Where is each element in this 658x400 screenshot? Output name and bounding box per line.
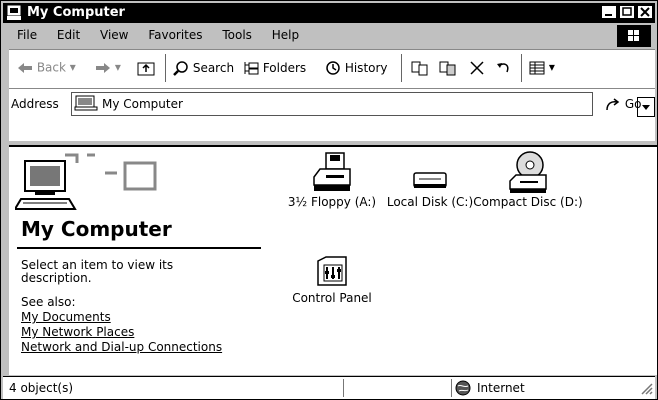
undo-button[interactable] bbox=[495, 60, 511, 76]
menu-tools[interactable]: Tools bbox=[214, 25, 260, 42]
cd-drive-icon bbox=[509, 151, 547, 193]
info-pane: My Computer Select an item to view its d… bbox=[9, 147, 261, 375]
computer-icon bbox=[74, 95, 98, 114]
pane-title: My Computer bbox=[21, 217, 172, 241]
views-dropdown-icon[interactable]: ▾ bbox=[549, 60, 555, 74]
back-arrow-icon bbox=[18, 62, 32, 73]
toolbar-separator bbox=[165, 54, 166, 82]
forward-arrow-icon bbox=[96, 62, 110, 73]
menu-favorites[interactable]: Favorites bbox=[140, 25, 210, 42]
delete-icon bbox=[470, 61, 484, 75]
status-divider bbox=[451, 379, 452, 397]
globe-icon bbox=[455, 380, 471, 399]
status-bar: 4 object(s) Internet bbox=[3, 376, 655, 399]
window-title: My Computer bbox=[27, 5, 125, 20]
address-input[interactable]: My Computer bbox=[71, 92, 655, 117]
explorer-window: My Computer File Edit View Favorites Too… bbox=[0, 0, 658, 400]
up-folder-button[interactable] bbox=[137, 60, 155, 76]
status-divider bbox=[343, 379, 344, 397]
history-label: History bbox=[344, 61, 388, 75]
link-network-dialup[interactable]: Network and Dial-up Connections bbox=[21, 340, 222, 354]
move-to-button[interactable] bbox=[411, 60, 429, 76]
back-button[interactable]: Back ▾ bbox=[17, 60, 76, 75]
drive-local-disk[interactable]: Local Disk (C:) bbox=[375, 151, 485, 209]
link-my-network-places[interactable]: My Network Places bbox=[21, 325, 134, 339]
control-panel-label: Control Panel bbox=[292, 291, 372, 305]
control-panel-icon bbox=[317, 256, 347, 286]
back-dropdown-icon[interactable]: ▾ bbox=[70, 60, 76, 74]
copy-to-icon bbox=[439, 61, 456, 76]
computer-icon bbox=[6, 5, 22, 21]
copy-to-button[interactable] bbox=[439, 60, 457, 76]
menu-edit[interactable]: Edit bbox=[49, 25, 88, 42]
forward-button[interactable]: ▾ bbox=[95, 60, 121, 74]
go-label: Go bbox=[624, 97, 642, 111]
go-button[interactable]: Go bbox=[605, 97, 641, 112]
forward-dropdown-icon[interactable]: ▾ bbox=[115, 60, 121, 74]
search-icon bbox=[173, 61, 188, 76]
title-bar[interactable]: My Computer bbox=[3, 3, 655, 23]
floppy-drive-icon bbox=[313, 152, 351, 191]
status-zone-label: Internet bbox=[477, 381, 525, 395]
maximize-button[interactable] bbox=[619, 5, 635, 19]
toolbar-separator bbox=[521, 54, 522, 82]
search-button[interactable]: Search bbox=[173, 60, 234, 76]
history-icon bbox=[326, 61, 340, 75]
drive-compact-disc-label: Compact Disc (D:) bbox=[473, 195, 583, 209]
toolbar-separator bbox=[401, 54, 402, 82]
drive-local-disk-label: Local Disk (C:) bbox=[386, 195, 474, 209]
go-arrow-icon bbox=[606, 97, 620, 110]
search-label: Search bbox=[192, 61, 235, 75]
menu-bar: File Edit View Favorites Tools Help bbox=[9, 25, 655, 47]
folders-icon bbox=[244, 62, 259, 75]
control-panel-item[interactable]: Control Panel bbox=[277, 251, 387, 305]
undo-icon bbox=[497, 63, 509, 73]
views-icon bbox=[529, 61, 545, 74]
drive-floppy[interactable]: 3½ Floppy (A:) bbox=[277, 151, 387, 209]
menu-view[interactable]: View bbox=[92, 25, 136, 42]
title-divider bbox=[17, 247, 261, 249]
back-label: Back bbox=[36, 60, 66, 75]
status-object-count: 4 object(s) bbox=[9, 381, 74, 395]
windows-logo-icon bbox=[617, 25, 651, 47]
hard-disk-icon bbox=[413, 172, 447, 188]
my-computer-large-icon bbox=[13, 153, 175, 216]
status-zone: Internet bbox=[455, 380, 525, 396]
delete-button[interactable] bbox=[469, 60, 485, 76]
address-value: My Computer bbox=[102, 97, 183, 111]
resize-grip-icon[interactable] bbox=[639, 381, 653, 398]
drive-compact-disc[interactable]: Compact Disc (D:) bbox=[473, 151, 583, 209]
folders-button[interactable]: Folders bbox=[243, 60, 306, 76]
folders-label: Folders bbox=[262, 61, 307, 75]
link-my-documents[interactable]: My Documents bbox=[21, 310, 111, 324]
minimize-button[interactable] bbox=[601, 5, 617, 19]
menu-help[interactable]: Help bbox=[264, 25, 307, 42]
menu-file[interactable]: File bbox=[9, 25, 45, 42]
toolbar: Back ▾ ▾ Search Folders History ▾ bbox=[9, 49, 655, 89]
views-button[interactable]: ▾ bbox=[529, 60, 555, 75]
move-to-icon bbox=[411, 61, 428, 76]
drive-floppy-label: 3½ Floppy (A:) bbox=[287, 195, 377, 209]
content-area: My Computer Select an item to view its d… bbox=[9, 145, 657, 375]
history-button[interactable]: History bbox=[325, 60, 388, 76]
close-button[interactable] bbox=[637, 5, 653, 19]
address-label: Address bbox=[11, 97, 59, 111]
up-folder-icon bbox=[137, 62, 155, 76]
address-bar: Address My Computer Go bbox=[9, 89, 655, 141]
see-also-label: See also: bbox=[21, 295, 76, 309]
pane-description: Select an item to view its description. bbox=[21, 258, 174, 285]
